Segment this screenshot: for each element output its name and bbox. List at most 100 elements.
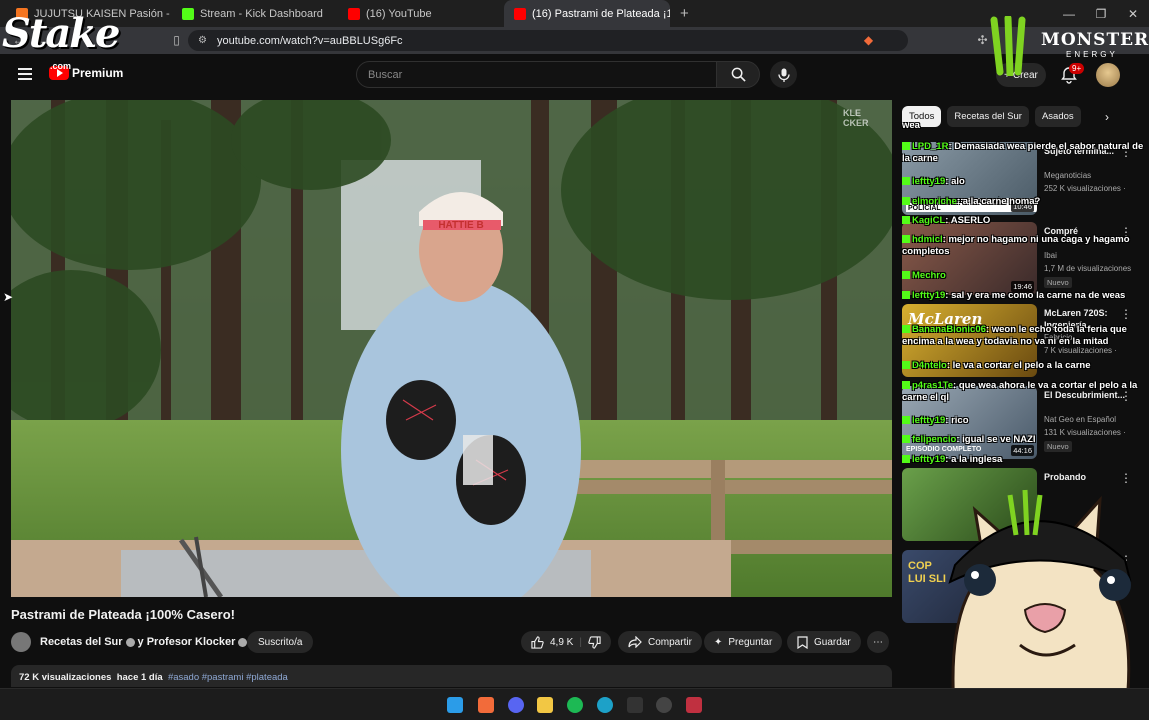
forward-icon[interactable]: → — [38, 34, 51, 47]
filter-chips: Todos Recetas del Sur Asados — [902, 106, 1081, 127]
maximize-button[interactable]: ❐ — [1085, 0, 1117, 27]
channel-name-block[interactable]: Recetas del Sur y Profesor Klocker — [40, 636, 250, 648]
save-button[interactable]: Guardar — [787, 631, 861, 653]
hashtags[interactable]: #asado #pastrami #plateada — [168, 672, 288, 683]
thumbs-up-icon — [531, 635, 544, 649]
thumbs-down-icon[interactable] — [588, 635, 601, 649]
screen: JUJUTSU KAISEN Pasión - Ver en Cru Strea… — [0, 0, 1149, 720]
collab-text[interactable]: y Profesor Klocker — [138, 636, 236, 648]
ask-button[interactable]: ✦ Preguntar — [704, 631, 783, 653]
spotify-icon[interactable] — [567, 697, 583, 713]
tab-title: (16) Pastrami de Plateada ¡10 — [532, 7, 670, 20]
app-icon[interactable] — [627, 697, 643, 713]
browser-tab-kick[interactable]: Stream - Kick Dashboard — [172, 0, 338, 27]
youtube-logo[interactable]: Premium — [49, 66, 123, 80]
create-button[interactable]: + Crear — [996, 63, 1046, 87]
thumbnail-text: EPISODIO COMPLETO — [906, 446, 982, 453]
more-actions-button[interactable]: ⋯ — [867, 631, 889, 653]
recommendation-item[interactable]: IMPACTANTE PERSECUCIÓN POLICIAL 10:46 Su… — [902, 142, 1142, 215]
microphone-icon — [777, 68, 790, 82]
search-button[interactable] — [716, 61, 760, 88]
discord-icon[interactable] — [508, 697, 524, 713]
plus-icon: + — [1004, 69, 1010, 81]
channel-avatar[interactable] — [11, 632, 31, 652]
duration: 44:16 — [1011, 445, 1034, 456]
video-watermark: KLE CKER — [843, 108, 869, 128]
recommendation-channel: Meganoticias — [1044, 171, 1092, 180]
video-thumbnail[interactable] — [902, 468, 1037, 541]
more-options-icon[interactable]: ⋮ — [1120, 225, 1132, 239]
close-window-button[interactable]: ✕ — [1117, 0, 1149, 27]
brave-browser-icon[interactable] — [478, 697, 494, 713]
recommendation-item[interactable]: EPISODIO COMPLETO 44:16 El Descubrimient… — [902, 386, 1142, 459]
video-thumbnail[interactable]: COP LUI SLI — [902, 550, 1037, 623]
share-label: Compartir — [648, 636, 692, 648]
extensions-icon[interactable]: ✣ — [976, 34, 989, 47]
bookmark-icon[interactable]: ▯ — [170, 34, 183, 47]
search-icon — [731, 67, 746, 82]
back-icon[interactable]: ← — [12, 34, 25, 47]
site-info-icon[interactable]: ⚙ — [198, 35, 207, 46]
account-avatar[interactable] — [1096, 63, 1120, 87]
recommendation-item[interactable]: Probando ⋮ — [902, 468, 1142, 541]
duration: 10:46 — [1011, 201, 1034, 212]
recommendation-views: 252 K visualizaciones · — [1044, 184, 1126, 193]
recommendation-item[interactable]: 19:46 Compré Ibai 1,7 M de visualizacion… — [902, 222, 1142, 295]
notification-badge: 9+ — [1069, 63, 1085, 74]
video-thumbnail[interactable]: McLaren — [902, 304, 1037, 377]
file-explorer-icon[interactable] — [537, 697, 553, 713]
obs-icon[interactable] — [656, 697, 672, 713]
more-options-icon[interactable]: ⋮ — [1120, 553, 1132, 567]
more-options-icon[interactable]: ⋮ — [1120, 145, 1132, 159]
like-button[interactable]: 4,9 K | — [521, 631, 611, 653]
search-input[interactable]: Buscar — [356, 61, 717, 88]
url-field[interactable]: ⚙ youtube.com/watch?v=auBBLUSg6Fc — [188, 30, 908, 51]
duration: 19:46 — [1011, 281, 1034, 292]
chip-todos[interactable]: Todos — [902, 106, 942, 127]
app-icon[interactable] — [686, 697, 702, 713]
voice-search-button[interactable] — [770, 61, 797, 88]
menu-icon[interactable] — [18, 68, 32, 80]
video-player[interactable]: HATTIE B — [11, 100, 892, 597]
browser-tab-active[interactable]: (16) Pastrami de Plateada ¡10 ✕ — [504, 0, 670, 27]
kick-icon — [182, 7, 194, 20]
ask-label: Preguntar — [728, 636, 773, 648]
edge-icon[interactable] — [597, 697, 613, 713]
more-options-icon[interactable]: ⋮ — [1120, 471, 1132, 485]
share-button[interactable]: Compartir — [618, 631, 702, 653]
upload-age: hace 1 día — [116, 672, 163, 683]
recommendation-title: Probando — [1044, 472, 1086, 482]
like-count: 4,9 K — [550, 636, 574, 648]
description-box[interactable]: 72 K visualizaciones hace 1 día #asado #… — [11, 665, 892, 687]
start-menu-icon[interactable] — [447, 697, 463, 713]
video-thumbnail[interactable]: 19:46 — [902, 222, 1037, 295]
subscribed-button[interactable]: Suscrito/a — [247, 631, 314, 653]
browser-tab-youtube[interactable]: (16) YouTube — [338, 0, 504, 27]
brave-shield-icon[interactable]: ◆ — [862, 34, 875, 47]
new-badge: Nuevo — [1044, 441, 1072, 452]
video-title: Pastrami de Plateada ¡100% Casero! — [11, 607, 235, 622]
youtube-header: Premium Buscar + Crear 9+ — [0, 54, 1149, 98]
more-options-icon[interactable]: ⋮ — [1120, 389, 1132, 403]
chevron-right-icon[interactable]: › — [1105, 110, 1109, 124]
youtube-play-icon — [49, 66, 69, 80]
recommendation-title: McLaren 720S: Ingeniería... — [1044, 308, 1108, 330]
bookmark-save-icon — [797, 635, 808, 649]
tab-title: Stream - Kick Dashboard — [200, 7, 323, 20]
new-tab-button[interactable]: + — [670, 5, 689, 22]
sparkle-icon: ✦ — [714, 636, 723, 648]
video-thumbnail[interactable]: IMPACTANTE PERSECUCIÓN POLICIAL 10:46 — [902, 142, 1037, 215]
recommendation-item[interactable]: COP LUI SLI ⋮ — [902, 550, 1142, 623]
minimize-button[interactable]: — — [1053, 0, 1085, 27]
channel-name[interactable]: Recetas del Sur — [40, 636, 123, 648]
url-text: youtube.com/watch?v=auBBLUSg6Fc — [216, 34, 403, 47]
chip-asados[interactable]: Asados — [1034, 106, 1081, 127]
more-options-icon[interactable]: ⋮ — [1120, 307, 1132, 321]
mouse-cursor: ➤ — [3, 290, 14, 304]
video-thumbnail[interactable]: EPISODIO COMPLETO 44:16 — [902, 386, 1037, 459]
share-icon — [628, 636, 642, 648]
chip-recetas-del-sur[interactable]: Recetas del Sur — [947, 106, 1029, 127]
browser-tab-crunchyroll[interactable]: JUJUTSU KAISEN Pasión - Ver en Cru — [6, 0, 172, 27]
recommendation-title: Sujeto termina... — [1044, 146, 1115, 156]
recommendation-item[interactable]: McLaren McLaren 720S: Ingeniería... Fabr… — [902, 304, 1142, 377]
